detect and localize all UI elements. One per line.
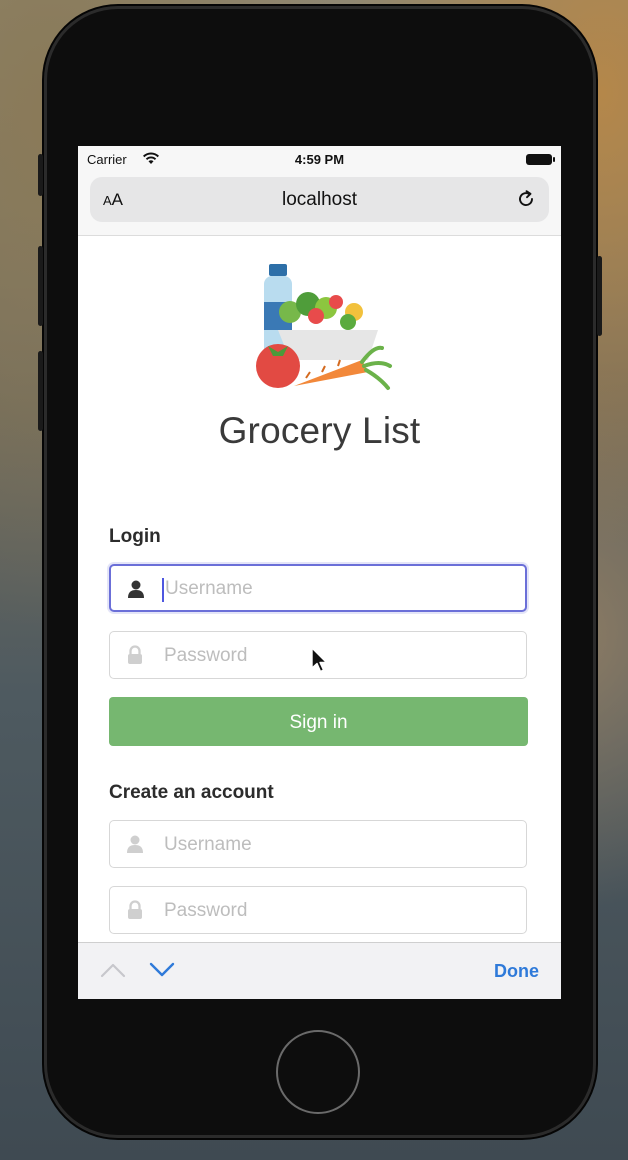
create-password-input[interactable] bbox=[162, 887, 516, 935]
chevron-down-icon[interactable] bbox=[149, 961, 175, 979]
user-icon bbox=[127, 835, 143, 853]
create-username-input[interactable] bbox=[162, 821, 516, 869]
keyboard-toolbar: Done bbox=[78, 942, 561, 999]
volume-down-button bbox=[38, 351, 43, 431]
user-icon bbox=[128, 580, 144, 598]
login-password-input[interactable] bbox=[162, 632, 516, 680]
url-host[interactable]: localhost bbox=[90, 189, 549, 211]
power-button bbox=[597, 256, 602, 336]
create-password-field[interactable] bbox=[109, 886, 527, 935]
status-time: 4:59 PM bbox=[294, 152, 345, 167]
lock-icon bbox=[128, 900, 142, 919]
login-section-label: Login bbox=[109, 526, 161, 547]
chevron-up-icon[interactable] bbox=[100, 961, 126, 979]
lock-icon bbox=[128, 645, 142, 664]
phone-screen: Carrier 4:59 PM AA localhost Grocery Lis… bbox=[78, 146, 561, 999]
address-bar[interactable]: AA localhost bbox=[90, 177, 549, 222]
home-button[interactable] bbox=[276, 1030, 360, 1114]
grocery-logo bbox=[256, 264, 392, 390]
status-bar: Carrier 4:59 PM bbox=[78, 146, 561, 174]
login-username-input[interactable] bbox=[163, 566, 517, 612]
page-content: Grocery List Login Sign in Create an acc… bbox=[78, 236, 561, 942]
reload-icon[interactable] bbox=[515, 188, 537, 210]
browser-bar: AA localhost bbox=[78, 174, 561, 236]
create-account-section-label: Create an account bbox=[109, 782, 274, 803]
create-username-field[interactable] bbox=[109, 820, 527, 869]
login-username-field[interactable] bbox=[109, 564, 527, 612]
mouse-cursor bbox=[311, 647, 328, 673]
page-title: Grocery List bbox=[218, 410, 421, 451]
battery-icon bbox=[526, 154, 555, 165]
done-button[interactable]: Done bbox=[494, 961, 539, 982]
mute-switch bbox=[38, 154, 43, 196]
volume-up-button bbox=[38, 246, 43, 326]
sign-in-button[interactable]: Sign in bbox=[109, 697, 528, 746]
